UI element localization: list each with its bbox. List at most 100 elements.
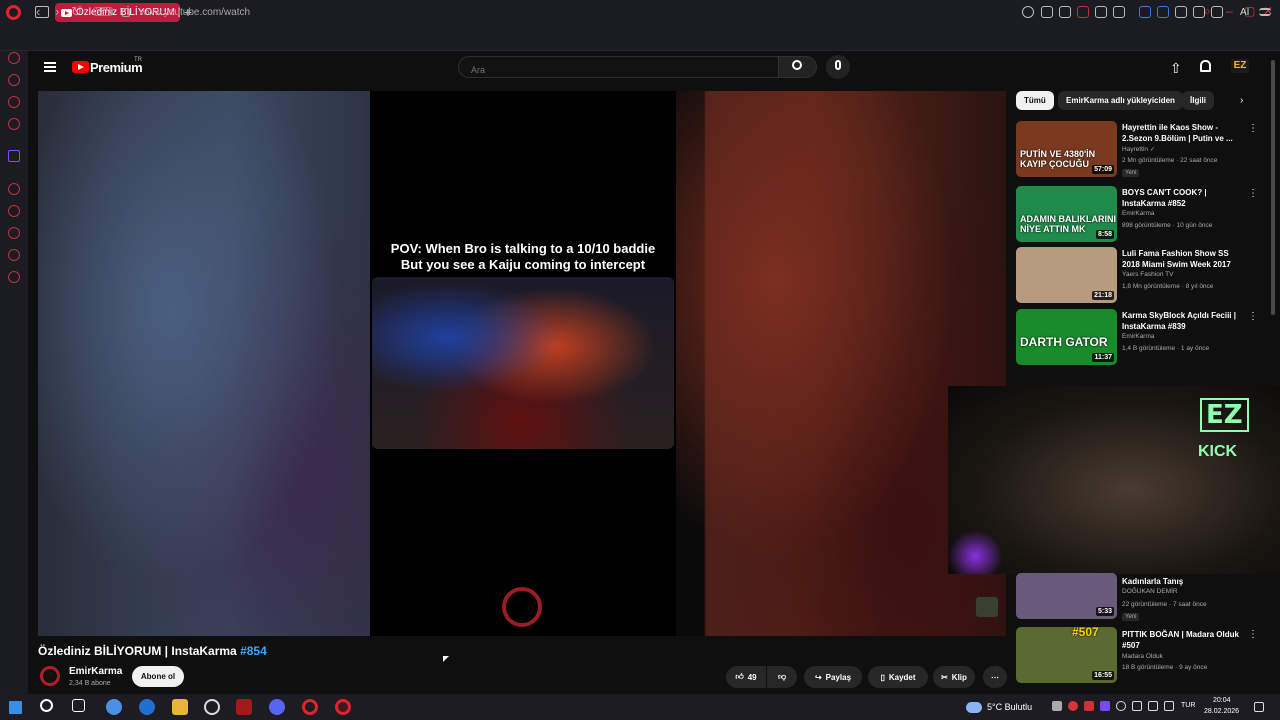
sidebar-bag-icon[interactable] — [8, 74, 20, 86]
sidebar-settings-icon[interactable] — [8, 271, 20, 283]
player-icon[interactable] — [1095, 6, 1107, 18]
tray-discord-icon[interactable] — [1052, 701, 1062, 711]
chevron-right-icon[interactable]: › — [1240, 95, 1243, 106]
upload-icon[interactable]: ⇧ — [1170, 60, 1182, 77]
weather-label[interactable]: 5°C Bulutlu — [987, 702, 1032, 712]
chip-from-uploader[interactable]: EmirKarma adlı yükleyiciden — [1058, 91, 1183, 110]
game-app-icon[interactable] — [236, 699, 252, 715]
zoom-icon[interactable] — [1022, 6, 1034, 18]
opera-taskbar-icon[interactable] — [302, 699, 318, 715]
tray-mic-icon[interactable] — [1132, 701, 1142, 711]
hamburger-menu-icon[interactable] — [44, 62, 56, 72]
easy-setup-icon[interactable] — [1259, 8, 1271, 16]
notifications-bell-icon[interactable] — [1200, 60, 1211, 72]
like-button[interactable]: 👍︎ 49 — [726, 666, 766, 688]
adblock-icon[interactable] — [1077, 6, 1089, 18]
recommendation-channel[interactable]: Madara Olduk — [1122, 653, 1163, 660]
sidebar-history-icon[interactable] — [8, 227, 20, 239]
clock-app-icon[interactable] — [204, 699, 220, 715]
share-button[interactable]: ↪ Paylaş — [804, 666, 862, 688]
extensions-icon[interactable] — [1175, 6, 1187, 18]
back-icon[interactable]: ‹ — [36, 4, 40, 19]
video-player[interactable]: POV: When Bro is talking to a 10/10 badd… — [38, 91, 1006, 636]
task-view-icon[interactable] — [72, 699, 85, 712]
more-options-icon[interactable]: ⋮ — [1248, 311, 1258, 322]
more-options-icon[interactable]: ⋮ — [1248, 188, 1258, 199]
chip-related[interactable]: İlgili — [1182, 91, 1214, 110]
recommendation-channel[interactable]: Hayrettin ✓ — [1122, 145, 1155, 153]
sidebar-bookmark-icon[interactable] — [8, 205, 20, 217]
edge-icon[interactable] — [139, 699, 155, 715]
clock-time[interactable]: 20:04 — [1213, 697, 1231, 704]
more-options-icon[interactable]: ⋮ — [1248, 629, 1258, 640]
recommendation-channel[interactable]: EmirKarma — [1122, 210, 1155, 217]
more-options-icon[interactable]: ⋮ — [1248, 123, 1258, 134]
reload-icon[interactable]: ↻ — [71, 4, 82, 20]
recommendation-title[interactable]: PITTIK BOĞAN | Madara Olduk #507 — [1122, 629, 1242, 651]
recommendation-item[interactable]: ADAMIN BALIKLARINI NİYE ATTIN MK 8:58 BO… — [1016, 186, 1258, 242]
tray-twitch-icon[interactable] — [1100, 701, 1110, 711]
video-thumbnail[interactable]: PUTİN VE 4380'İN KAYIP ÇOCUĞU 57:09 — [1016, 121, 1117, 177]
snapshot-icon[interactable] — [1059, 6, 1071, 18]
minimize-icon[interactable]: – — [1226, 4, 1233, 18]
subscribe-button[interactable]: Abone ol — [132, 666, 184, 687]
account-avatar[interactable]: EZ — [1231, 59, 1249, 73]
recommendation-title[interactable]: Karma SkyBlock Açıldı Feciii | InstaKarm… — [1122, 310, 1242, 332]
recommendation-item[interactable]: #507 16:55 PITTIK BOĞAN | Madara Olduk #… — [1016, 627, 1258, 683]
sidebar-player-icon[interactable] — [8, 183, 20, 195]
aria-ai-button[interactable]: AI — [1240, 7, 1249, 18]
recommendation-title[interactable]: Hayrettin ile Kaos Show - 2.Sezon 9.Bölü… — [1122, 122, 1242, 144]
clock-date[interactable]: 28.02.2026 — [1204, 708, 1239, 715]
recommendation-title[interactable]: Luli Fama Fashion Show SS 2018 Miami Swi… — [1122, 248, 1242, 270]
file-explorer-icon[interactable] — [172, 699, 188, 715]
translate-icon[interactable] — [1157, 6, 1169, 18]
youtube-logo-icon[interactable] — [72, 61, 89, 73]
save-button[interactable]: ▯ Kaydet — [868, 666, 928, 688]
sidebar-messenger-icon[interactable] — [8, 96, 20, 108]
sidebar-twitch-icon[interactable] — [8, 150, 20, 162]
language-indicator[interactable]: TUR — [1181, 702, 1195, 709]
lock-icon[interactable] — [122, 8, 130, 17]
vpn-badge[interactable]: VPN — [93, 7, 114, 16]
page-scrollbar[interactable] — [1271, 60, 1275, 315]
forward-icon[interactable]: › — [55, 4, 59, 19]
copilot-icon[interactable] — [106, 699, 122, 715]
tray-opera-icon[interactable] — [1068, 701, 1078, 711]
recommendation-item[interactable]: PUTİN VE 4380'İN KAYIP ÇOCUĞU 57:09 Hayr… — [1016, 121, 1258, 177]
video-thumbnail[interactable]: 5:33 — [1016, 573, 1117, 619]
start-windows-icon[interactable] — [9, 701, 22, 714]
opera-gx-taskbar-icon[interactable] — [335, 699, 351, 715]
opera-logo-icon[interactable] — [6, 5, 21, 20]
tray-shield-icon[interactable] — [1116, 701, 1126, 711]
recommendation-item[interactable]: 5:33 Kadınlarla Tanış DOĞUKAN DEMİR 22 g… — [1016, 573, 1256, 629]
sidebar-extensions-icon[interactable] — [8, 249, 20, 261]
extension-icon[interactable] — [1139, 6, 1151, 18]
pin-icon[interactable] — [1041, 6, 1053, 18]
clip-button[interactable]: ✂ Klip — [933, 666, 975, 688]
channel-avatar[interactable] — [40, 666, 60, 686]
taskbar-search-icon[interactable] — [40, 699, 53, 712]
search-tabs-icon[interactable]: ⌕ — [1204, 4, 1211, 19]
channel-name[interactable]: EmirKarma — [69, 666, 122, 677]
more-actions-button[interactable]: ⋯ — [983, 666, 1007, 688]
sidebar-instagram-icon[interactable] — [8, 118, 20, 130]
recommendation-item[interactable]: DARTH GATOR 11:37 Karma SkyBlock Açıldı … — [1016, 309, 1258, 365]
search-input[interactable] — [458, 56, 779, 78]
recommendation-title[interactable]: BOYS CAN'T COOK? | InstaKarma #852 — [1122, 187, 1242, 209]
chip-all[interactable]: Tümü — [1016, 91, 1054, 110]
heart-icon[interactable] — [1113, 6, 1125, 18]
recommendation-channel[interactable]: Yaers Fashion TV — [1122, 271, 1173, 278]
profile-icon[interactable] — [1193, 6, 1205, 18]
tray-network-icon[interactable] — [1148, 701, 1158, 711]
video-thumbnail[interactable]: 21:18 — [1016, 247, 1117, 303]
download-icon[interactable] — [1211, 6, 1223, 18]
url-field[interactable]: www.youtube.com/watch — [140, 7, 250, 18]
tray-app-icon[interactable] — [1084, 701, 1094, 711]
video-thumbnail[interactable]: ADAMIN BALIKLARINI NİYE ATTIN MK 8:58 — [1016, 186, 1117, 242]
video-thumbnail[interactable]: DARTH GATOR 11:37 — [1016, 309, 1117, 365]
sidebar-aria-icon[interactable] — [8, 52, 20, 64]
dislike-button[interactable]: 👎︎ — [767, 666, 797, 688]
recommendation-channel[interactable]: EmirKarma — [1122, 333, 1155, 340]
recommendation-title[interactable]: Kadınlarla Tanış — [1122, 576, 1242, 587]
tray-volume-icon[interactable] — [1164, 701, 1174, 711]
